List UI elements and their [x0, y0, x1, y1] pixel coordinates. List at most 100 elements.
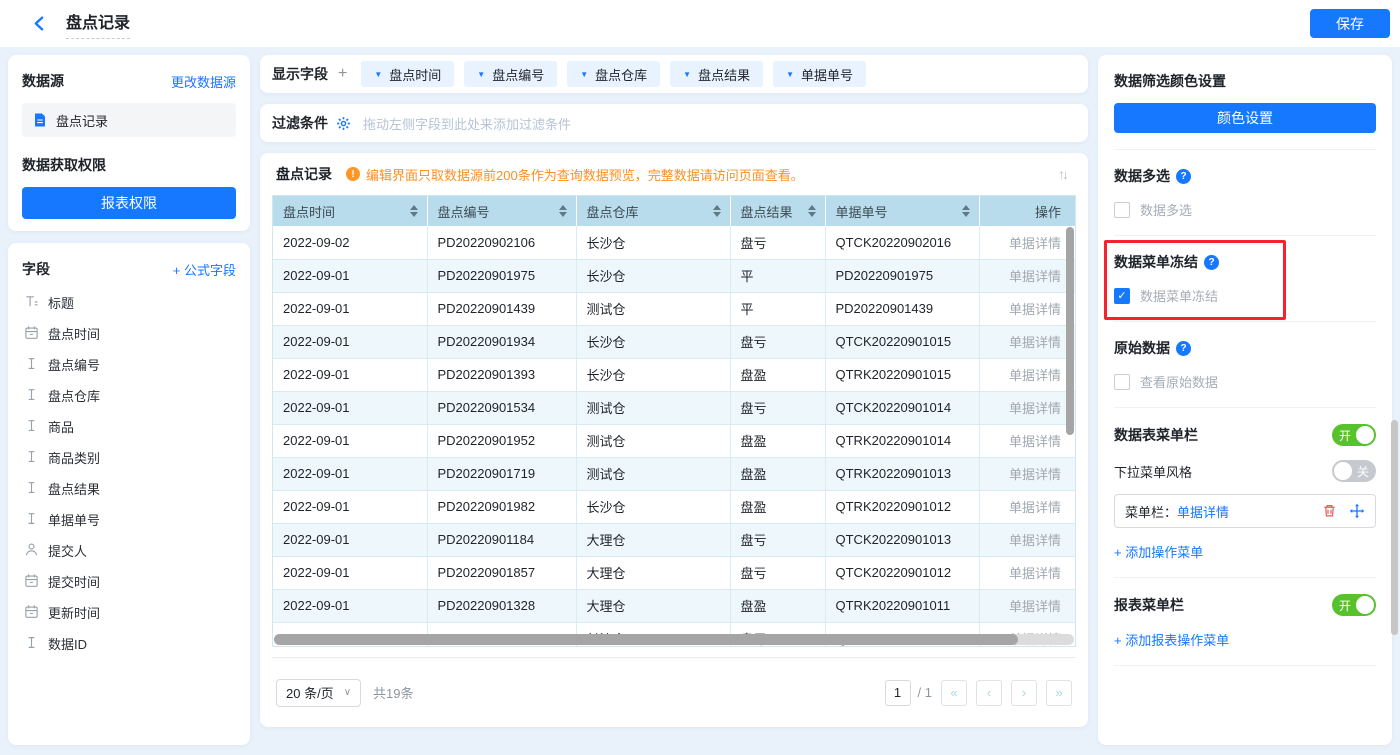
add-report-action-menu-link[interactable]: + 添加报表操作菜单: [1114, 630, 1229, 649]
display-field-chip[interactable]: ▼单据单号: [773, 61, 866, 87]
dropdown-style-label: 下拉菜单风格: [1114, 462, 1192, 481]
field-item[interactable]: 标题: [22, 287, 236, 318]
row-action-doc-detail[interactable]: 单据详情: [1009, 599, 1061, 614]
row-action-doc-detail[interactable]: 单据详情: [1009, 335, 1061, 350]
cell-doc-no: QTCK20220902016: [836, 235, 952, 250]
row-action-doc-detail[interactable]: 单据详情: [1009, 566, 1061, 581]
field-item[interactable]: 单据单号: [22, 504, 236, 535]
field-item[interactable]: 提交人: [22, 535, 236, 566]
row-action-doc-detail[interactable]: 单据详情: [1009, 269, 1061, 284]
display-fields-bar: 显示字段 + ▼盘点时间▼盘点编号▼盘点仓库▼盘点结果▼单据单号: [260, 55, 1088, 93]
cell-warehouse: 长沙仓: [587, 500, 626, 515]
row-action-doc-detail[interactable]: 单据详情: [1009, 302, 1061, 317]
field-item[interactable]: 商品: [22, 411, 236, 442]
sort-carets-icon[interactable]: [713, 205, 721, 217]
field-item[interactable]: 盘点仓库: [22, 380, 236, 411]
sort-carets-icon[interactable]: [962, 205, 970, 217]
color-settings-button[interactable]: 颜色设置: [1114, 103, 1376, 133]
help-icon[interactable]: ?: [1176, 341, 1191, 356]
chevron-down-icon: ▼: [477, 70, 485, 79]
display-field-chip[interactable]: ▼盘点仓库: [567, 61, 660, 87]
field-item[interactable]: 数据ID: [22, 628, 236, 659]
preview-notice-text: 编辑界面只取数据源前200条作为查询数据预览，完整数据请访问页面查看。: [366, 165, 804, 184]
multi-select-checkbox[interactable]: [1114, 202, 1130, 218]
first-page-button[interactable]: «: [941, 680, 967, 706]
cell-count-no: PD20220902106: [438, 235, 536, 250]
next-page-button[interactable]: ›: [1011, 680, 1037, 706]
field-item[interactable]: 盘点编号: [22, 349, 236, 380]
trash-icon[interactable]: [1322, 503, 1337, 519]
row-action-doc-detail[interactable]: 单据详情: [1009, 500, 1061, 515]
save-button[interactable]: 保存: [1310, 9, 1390, 38]
row-action-doc-detail[interactable]: 单据详情: [1009, 533, 1061, 548]
prev-page-button[interactable]: ‹: [976, 680, 1002, 706]
sort-carets-icon[interactable]: [559, 205, 567, 217]
cell-doc-no: QTCK20220901013: [836, 532, 952, 547]
preview-notice: ! 编辑界面只取数据源前200条作为查询数据预览，完整数据请访问页面查看。: [346, 165, 804, 184]
last-page-button[interactable]: »: [1046, 680, 1072, 706]
calendar-icon: [24, 604, 39, 622]
move-icon[interactable]: [1349, 503, 1365, 519]
back-button[interactable]: [26, 11, 52, 37]
current-page-input[interactable]: 1: [885, 680, 911, 706]
cell-warehouse: 长沙仓: [587, 236, 626, 251]
field-item[interactable]: 更新时间: [22, 597, 236, 628]
cell-result: 平: [741, 302, 754, 317]
raw-data-checkbox[interactable]: [1114, 374, 1130, 390]
column-header-count-no[interactable]: 盘点编号: [427, 196, 576, 226]
report-permission-button[interactable]: 报表权限: [22, 187, 236, 219]
page-title: 盘点记录: [66, 9, 130, 39]
datasource-item[interactable]: 盘点记录: [22, 103, 236, 137]
color-settings-section: 数据筛选颜色设置 颜色设置: [1114, 71, 1376, 133]
report-menu-toggle[interactable]: 开: [1332, 594, 1376, 616]
divider: [1114, 407, 1376, 408]
column-header-count-date[interactable]: 盘点时间: [273, 196, 427, 226]
chevron-down-icon: ▼: [580, 70, 588, 79]
row-action-doc-detail[interactable]: 单据详情: [1009, 467, 1061, 482]
row-action-doc-detail[interactable]: 单据详情: [1009, 401, 1061, 416]
text-icon: [24, 480, 39, 498]
field-item-label: 盘点编号: [48, 355, 100, 374]
sort-order-icon[interactable]: ↑↓: [1058, 166, 1072, 182]
column-header-result[interactable]: 盘点结果: [730, 196, 825, 226]
display-field-chip[interactable]: ▼盘点编号: [464, 61, 557, 87]
panel-vertical-scrollbar[interactable]: [1391, 420, 1398, 635]
field-item-label: 提交人: [48, 541, 87, 560]
add-formula-field-link[interactable]: + 公式字段: [173, 260, 236, 279]
table-vertical-scrollbar[interactable]: [1066, 227, 1074, 435]
field-item[interactable]: 盘点时间: [22, 318, 236, 349]
gear-icon[interactable]: [336, 116, 351, 131]
sort-carets-icon[interactable]: [808, 205, 816, 217]
dropdown-style-toggle[interactable]: 关: [1332, 460, 1376, 482]
column-header-warehouse[interactable]: 盘点仓库: [576, 196, 730, 226]
page-size-select[interactable]: 20 条/页 ∨: [276, 679, 361, 707]
field-item[interactable]: 提交时间: [22, 566, 236, 597]
menu-freeze-checkbox[interactable]: ✓: [1114, 288, 1130, 304]
row-action-doc-detail[interactable]: 单据详情: [1009, 434, 1061, 449]
field-item-label: 盘点仓库: [48, 386, 100, 405]
help-icon[interactable]: ?: [1176, 169, 1191, 184]
cell-count-date: 2022-09-01: [283, 499, 350, 514]
cell-count-date: 2022-09-01: [283, 565, 350, 580]
table-horizontal-scrollbar[interactable]: [274, 634, 1018, 645]
field-item[interactable]: 商品类别: [22, 442, 236, 473]
cell-count-no: PD20220901439: [438, 301, 536, 316]
help-icon[interactable]: ?: [1204, 255, 1219, 270]
warning-icon: !: [346, 167, 360, 181]
menu-bar-item: 菜单栏： 单据详情: [1114, 494, 1376, 528]
raw-data-checkbox-label: 查看原始数据: [1140, 372, 1218, 391]
display-field-chip[interactable]: ▼盘点时间: [361, 61, 454, 87]
display-field-chip[interactable]: ▼盘点结果: [670, 61, 763, 87]
change-datasource-link[interactable]: 更改数据源: [171, 72, 236, 91]
row-action-doc-detail[interactable]: 单据详情: [1009, 368, 1061, 383]
chevron-down-icon: ▼: [786, 70, 794, 79]
table-menu-toggle[interactable]: 开: [1332, 424, 1376, 446]
column-header-doc-no[interactable]: 单据单号: [825, 196, 979, 226]
add-display-field-button[interactable]: +: [336, 65, 349, 83]
sort-carets-icon[interactable]: [410, 205, 418, 217]
add-action-menu-link[interactable]: + 添加操作菜单: [1114, 542, 1203, 561]
cell-warehouse: 测试仓: [587, 401, 626, 416]
row-action-doc-detail[interactable]: 单据详情: [1009, 236, 1061, 251]
field-item[interactable]: 盘点结果: [22, 473, 236, 504]
menu-bar-value[interactable]: 单据详情: [1177, 502, 1229, 521]
